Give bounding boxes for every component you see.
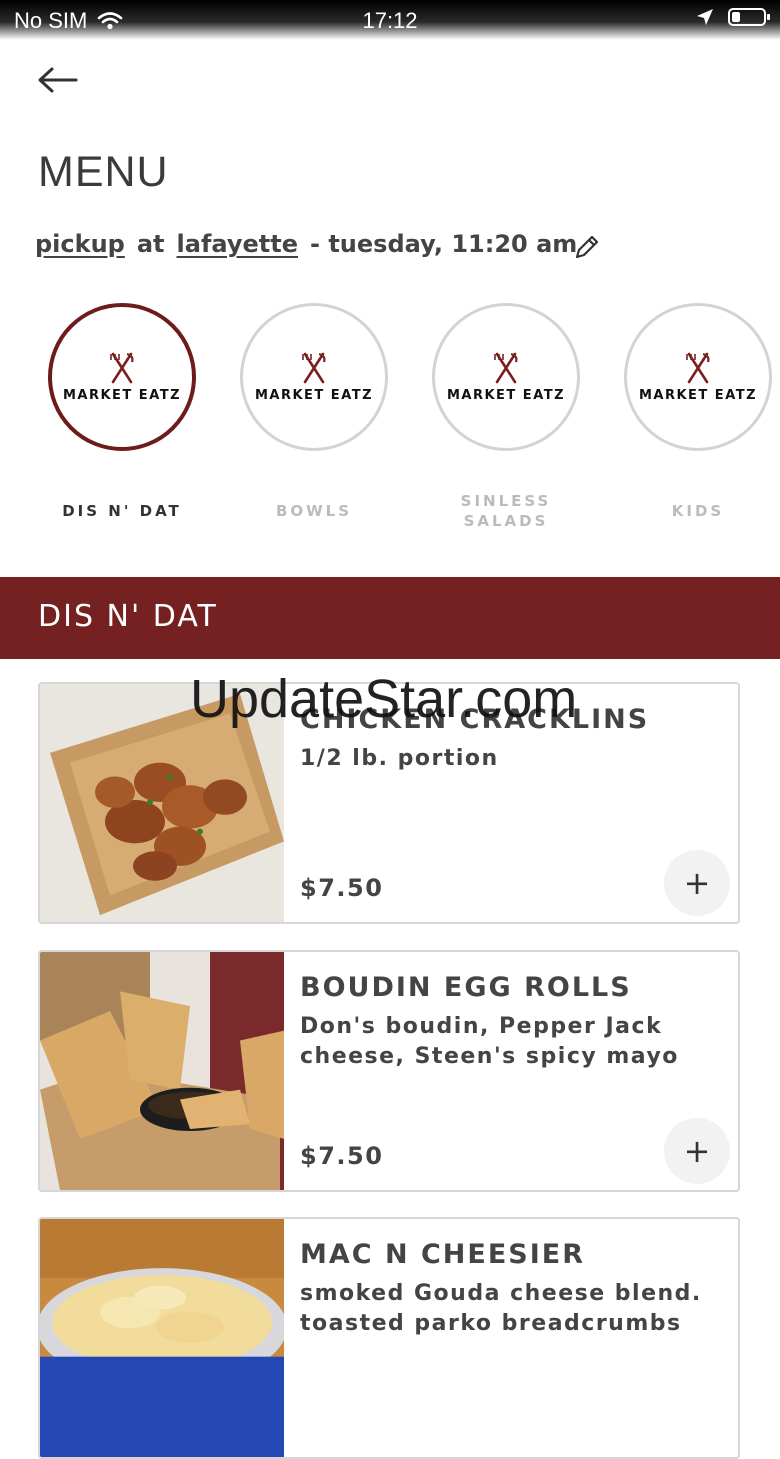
- category-label: BOWLS: [275, 502, 353, 520]
- menu-item-card[interactable]: BOUDIN EGG ROLLS Don's boudin, Pepper Ja…: [38, 950, 740, 1192]
- brand-label: MARKET EATZ: [62, 387, 182, 403]
- category-label: KIDS: [671, 502, 725, 520]
- category-logo: MARKET EATZ: [240, 303, 388, 451]
- edit-order-button[interactable]: [572, 232, 602, 262]
- item-price: $7.50: [300, 874, 384, 902]
- arrow-left-icon: [38, 67, 78, 93]
- category-dis-n-dat[interactable]: MARKET EATZ DIS N' DAT: [46, 303, 198, 520]
- brand-label: MARKET EATZ: [446, 387, 566, 403]
- boudin-egg-rolls-photo: [40, 952, 284, 1190]
- location-link[interactable]: lafayette: [177, 230, 298, 258]
- item-name: CHICKEN CRACKLINS: [300, 704, 650, 735]
- order-context: pickup at lafayette - tuesday, 11:20 am: [35, 230, 577, 258]
- order-time: - tuesday, 11:20 am: [310, 230, 578, 258]
- battery-icon: [728, 8, 770, 26]
- pencil-icon: [575, 235, 599, 259]
- brand-label: MARKET EATZ: [638, 387, 758, 403]
- brand-label: MARKET EATZ: [254, 387, 374, 403]
- category-logo: MARKET EATZ: [48, 303, 196, 451]
- add-to-cart-button[interactable]: +: [664, 1118, 730, 1184]
- menu-item-card[interactable]: CHICKEN CRACKLINS 1/2 lb. portion $7.50 …: [38, 682, 740, 924]
- category-label: SINLESS SALADS: [460, 492, 552, 530]
- order-mode-link[interactable]: pickup: [35, 230, 125, 258]
- section-header: DIS N' DAT: [0, 577, 780, 659]
- add-to-cart-button[interactable]: +: [664, 850, 730, 916]
- category-bowls[interactable]: MARKET EATZ BOWLS: [238, 303, 390, 520]
- item-name: MAC N CHEESIER: [300, 1239, 586, 1270]
- category-label: DIS N' DAT: [62, 502, 182, 520]
- fork-knife-icon: [494, 352, 518, 383]
- category-logo: MARKET EATZ: [624, 303, 772, 451]
- mac-n-cheesier-photo: [40, 1219, 284, 1457]
- section-title: DIS N' DAT: [38, 599, 218, 634]
- item-description: smoked Gouda cheese blend. toasted parko…: [300, 1281, 702, 1336]
- status-bar: No SIM 17:12: [0, 0, 780, 40]
- chicken-cracklins-photo: [40, 684, 284, 922]
- order-connector: at: [136, 230, 165, 258]
- item-description: 1/2 lb. portion: [300, 746, 499, 771]
- item-price: $7.50: [300, 1142, 384, 1170]
- menu-item-card[interactable]: MAC N CHEESIER smoked Gouda cheese blend…: [38, 1217, 740, 1459]
- page-title: MENU: [38, 148, 169, 196]
- item-description: Don's boudin, Pepper Jack cheese, Steen'…: [300, 1014, 679, 1069]
- category-kids[interactable]: MARKET EATZ KIDS: [622, 303, 774, 520]
- item-name: BOUDIN EGG ROLLS: [300, 972, 632, 1003]
- back-button[interactable]: [36, 62, 80, 98]
- location-arrow-icon: [697, 9, 713, 25]
- fork-knife-icon: [686, 352, 710, 383]
- category-logo: MARKET EATZ: [432, 303, 580, 451]
- clock: 17:12: [362, 8, 418, 33]
- fork-knife-icon: [110, 352, 134, 383]
- category-sinless-salads[interactable]: MARKET EATZ SINLESS SALADS: [430, 303, 582, 530]
- fork-knife-icon: [302, 352, 326, 383]
